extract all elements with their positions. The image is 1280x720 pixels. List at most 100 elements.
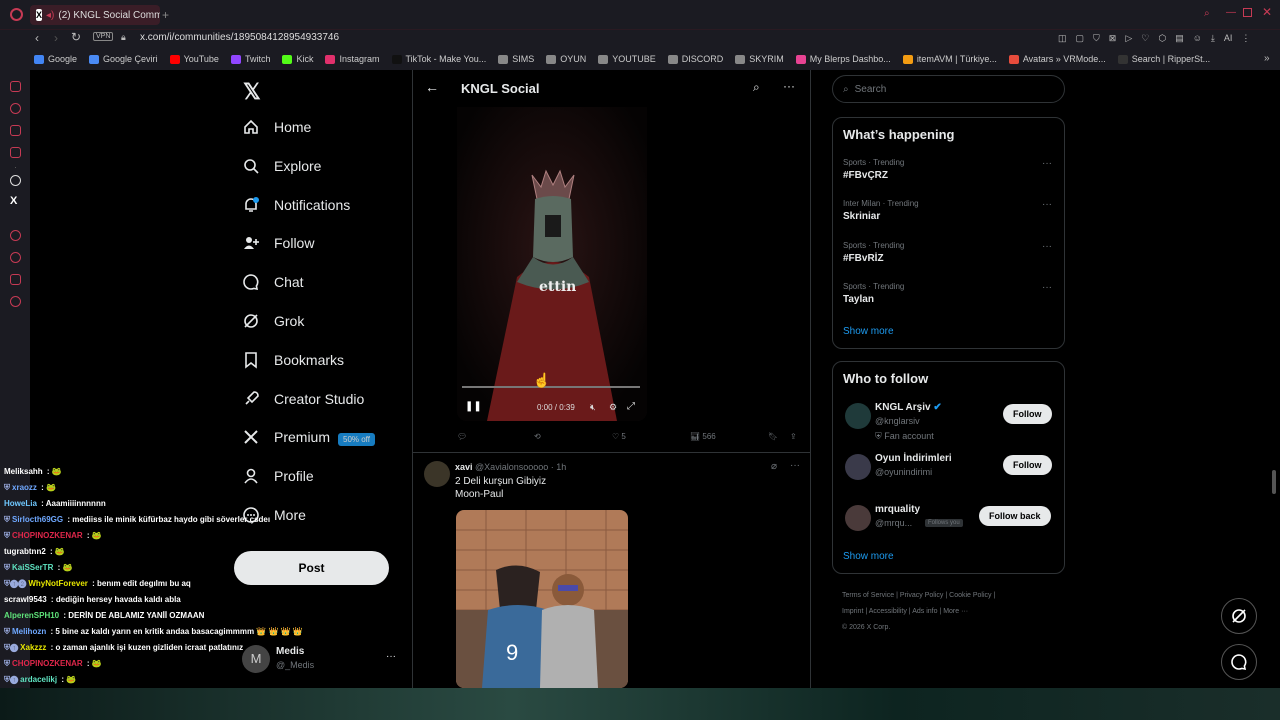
nav-item-grok[interactable]: Grok <box>242 312 304 330</box>
bookmark-item[interactable]: Search | RipperSt... <box>1117 54 1210 64</box>
profile-icon[interactable]: ☺ <box>1193 33 1202 44</box>
nav-item-home[interactable]: Home <box>242 118 311 136</box>
tweet-more-icon[interactable]: ··· <box>790 460 800 471</box>
forward-icon[interactable]: › <box>54 31 58 45</box>
like-icon[interactable]: ♡ 5 <box>612 432 626 441</box>
aria-ai-icon[interactable]: AI <box>1224 33 1233 44</box>
bookmarks-overflow-icon[interactable]: » <box>1264 53 1270 64</box>
close-icon[interactable]: ✕ <box>1262 5 1272 19</box>
search-input[interactable]: ⌕ Search <box>832 75 1065 103</box>
nav-item-notifications[interactable]: Notifications <box>242 196 350 214</box>
footer-link[interactable]: Ads info <box>912 608 937 615</box>
follow-suggestion-name[interactable]: KNGL Arşiv ✔︎ <box>875 402 942 413</box>
heart-icon[interactable]: ♡ <box>1141 33 1149 44</box>
tweet-avatar[interactable] <box>424 461 450 487</box>
adblock-icon[interactable]: ⊠ <box>1109 33 1117 44</box>
sidebar-x-icon[interactable]: X <box>10 195 17 207</box>
bookmark-item[interactable]: YouTube <box>169 54 219 64</box>
sidebar-instagram-icon[interactable] <box>10 125 21 136</box>
bookmark-item[interactable]: SKYRIM <box>735 54 784 64</box>
nav-item-creator-studio[interactable]: Creator Studio <box>242 390 364 408</box>
bookmark-item[interactable]: My Blerps Dashbo... <box>795 54 891 64</box>
bookmark-item[interactable]: itemAVM | Türkiye... <box>902 54 997 64</box>
avatar[interactable] <box>845 505 871 531</box>
trend-more-icon[interactable]: ··· <box>1042 241 1052 252</box>
show-more-link[interactable]: Show more <box>843 551 894 562</box>
sidebar-player-icon[interactable] <box>10 230 21 241</box>
trend-item[interactable]: Sports · Trending #FBvÇRZ <box>843 158 904 181</box>
bookmark-icon[interactable]: 🔖︎ <box>768 432 778 441</box>
trend-more-icon[interactable]: ··· <box>1042 158 1052 169</box>
nav-item-explore[interactable]: Explore <box>242 157 321 175</box>
footer-link[interactable]: Cookie Policy <box>949 592 991 599</box>
trend-item[interactable]: Sports · Trending Taylan <box>843 282 904 305</box>
tweet-handle[interactable]: @Xavialonsooooo <box>475 462 548 472</box>
trend-item[interactable]: Sports · Trending #FBvRİZ <box>843 241 904 264</box>
download-icon[interactable]: ⤓ <box>1211 33 1215 44</box>
url-field[interactable]: x.com/i/communities/1895084128954933746 <box>140 32 339 43</box>
nav-item-bookmarks[interactable]: Bookmarks <box>242 351 344 369</box>
footer-link[interactable]: Privacy Policy <box>900 592 944 599</box>
player-icon[interactable]: ▷ <box>1125 33 1132 44</box>
footer-link[interactable]: Terms of Service <box>842 592 894 599</box>
share-icon[interactable]: ⇪ <box>790 432 797 441</box>
show-more-link[interactable]: Show more <box>843 326 894 337</box>
trend-more-icon[interactable]: ··· <box>1042 199 1052 210</box>
sidebar-chatgpt-icon[interactable] <box>10 175 21 186</box>
shield-icon[interactable]: ⛉ <box>1093 33 1100 44</box>
bookmark-item[interactable]: TikTok - Make You... <box>391 54 486 64</box>
sidebar-whatsapp-icon[interactable] <box>10 103 21 114</box>
avatar[interactable] <box>845 403 871 429</box>
new-tab-icon[interactable]: + <box>162 8 169 22</box>
tweet-author[interactable]: xavi <box>455 462 473 472</box>
opera-logo-icon[interactable] <box>10 8 23 21</box>
tweet-time[interactable]: · 1h <box>551 462 567 472</box>
sidebar-pinboard-icon[interactable] <box>10 274 21 285</box>
nav-item-chat[interactable]: Chat <box>242 273 304 291</box>
vpn-badge[interactable]: VPN <box>93 32 114 41</box>
bookmark-item[interactable]: Instagram <box>325 54 380 64</box>
bookmark-item[interactable]: Google Çeviri <box>89 54 158 64</box>
nav-item-follow[interactable]: Follow <box>242 234 314 252</box>
nav-item-premium[interactable]: Premium <box>242 428 330 446</box>
bookmark-item[interactable]: YOUTUBE <box>598 54 656 64</box>
tweet-image[interactable]: 9 <box>456 510 628 688</box>
bookmark-item[interactable]: Twitch <box>230 54 270 64</box>
follow-suggestion-name[interactable]: Oyun İndirimleri <box>875 453 952 464</box>
messages-fab[interactable] <box>1221 644 1257 680</box>
video-progress-track[interactable] <box>462 386 640 388</box>
retweet-icon[interactable]: ⟲ <box>534 432 541 441</box>
bookmark-item[interactable]: Avatars » VRMode... <box>1008 54 1106 64</box>
avatar[interactable] <box>845 454 871 480</box>
mute-icon[interactable]: 🔇︎ <box>590 402 596 413</box>
bookmark-item[interactable]: OYUN <box>546 54 586 64</box>
bookmark-item[interactable]: Kick <box>282 54 313 64</box>
grok-fab[interactable] <box>1221 598 1257 634</box>
pause-icon[interactable]: ❚❚ <box>465 401 482 412</box>
footer-link[interactable]: Accessibility <box>869 608 907 615</box>
follow-button[interactable]: Follow <box>1003 455 1052 475</box>
video-player[interactable]: ettin ☝ ❚❚ 0:00 / 0:39 🔇︎ ⚙ ⤢ <box>457 107 647 421</box>
sidebar-twitch-icon[interactable] <box>10 147 21 158</box>
maximize-icon[interactable] <box>1243 8 1252 17</box>
back-icon[interactable]: ‹ <box>35 31 39 45</box>
grok-explain-icon[interactable]: ⌀ <box>771 461 777 472</box>
wallet-icon[interactable]: ▤ <box>1175 33 1184 44</box>
extensions-icon[interactable]: ⬡ <box>1158 33 1166 44</box>
trend-more-icon[interactable]: ··· <box>1042 282 1052 293</box>
x-logo-icon[interactable]: 𝕏 <box>243 79 261 105</box>
sidebar-messenger-icon[interactable] <box>10 81 21 92</box>
settings-icon[interactable]: ⚙ <box>609 402 617 413</box>
trend-item[interactable]: Inter Milan · Trending Skriniar <box>843 199 919 222</box>
sidebar-settings-icon[interactable] <box>10 296 21 307</box>
search-tabs-icon[interactable]: ⌕ <box>1204 8 1210 19</box>
footer-link[interactable]: Imprint <box>842 608 863 615</box>
menu-icon[interactable]: ⋮ <box>1241 33 1250 44</box>
follow-button[interactable]: Follow <box>1003 404 1052 424</box>
bookmark-item[interactable]: DISCORD <box>667 54 723 64</box>
lock-icon[interactable]: 🔒︎ <box>121 32 126 43</box>
fullscreen-icon[interactable]: ⤢ <box>627 401 635 412</box>
more-icon[interactable]: ··· <box>783 79 795 93</box>
bookmark-item[interactable]: Google <box>34 54 77 64</box>
sidebar-history-icon[interactable] <box>10 252 21 263</box>
